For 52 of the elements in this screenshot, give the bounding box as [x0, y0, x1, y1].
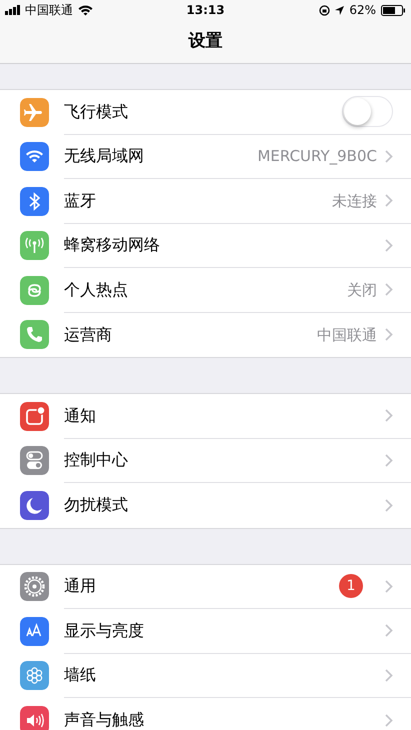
- plane-icon: [20, 98, 49, 127]
- text-size-icon: [20, 616, 49, 646]
- chevron-icon: [385, 328, 393, 342]
- location-arrow-icon: [335, 6, 344, 14]
- antenna-icon: [20, 231, 49, 260]
- setting-value: 中国联通: [317, 324, 377, 346]
- chevron-icon: [385, 238, 393, 252]
- setting-label[interactable]: 控制中心: [64, 448, 128, 472]
- flower-icon: [20, 661, 49, 690]
- rotation-lock-icon: [319, 4, 330, 16]
- chevron-icon: [385, 580, 393, 593]
- notification-icon: [20, 402, 49, 431]
- chevron-icon: [385, 668, 393, 682]
- chevron-icon: [385, 454, 393, 467]
- moon-icon: [20, 490, 49, 520]
- battery-icon: [381, 4, 406, 16]
- setting-label[interactable]: 运营商: [64, 322, 112, 347]
- setting-label[interactable]: 通用: [64, 574, 96, 598]
- chevron-icon: [385, 194, 393, 208]
- setting-label[interactable]: 无线局域网: [64, 144, 144, 168]
- setting-label[interactable]: 墙纸: [64, 663, 96, 688]
- switches-icon: [20, 446, 49, 476]
- toggle-switch[interactable]: [342, 96, 393, 128]
- setting-label[interactable]: 蓝牙: [64, 188, 96, 213]
- setting-label[interactable]: 个人热点: [64, 278, 128, 302]
- chevron-icon: [385, 409, 393, 422]
- chevron-icon: [385, 150, 393, 163]
- wifi-icon: [20, 142, 49, 172]
- phone-icon: [20, 320, 49, 350]
- chevron-icon: [385, 624, 393, 638]
- notification-badge: 1: [339, 574, 363, 598]
- status-time: 13:13: [186, 2, 225, 19]
- nav-title: 设置: [188, 30, 222, 54]
- setting-value: MERCURY_9B0C: [257, 146, 377, 167]
- setting-label[interactable]: 声音与触感: [64, 708, 144, 730]
- gear-icon: [20, 572, 49, 602]
- wifi-icon: [78, 4, 93, 16]
- setting-label[interactable]: 勿扰模式: [64, 493, 128, 518]
- chain-icon: [20, 276, 49, 305]
- chevron-icon: [385, 283, 393, 296]
- signal-icon: [5, 5, 23, 15]
- battery-percentage: 62%: [349, 2, 376, 19]
- setting-value: 关闭: [347, 280, 377, 300]
- setting-label[interactable]: 蜂窝移动网络: [64, 233, 160, 258]
- setting-value: 未连接: [332, 190, 377, 212]
- chevron-icon: [385, 498, 393, 512]
- chevron-icon: [385, 714, 393, 727]
- setting-label[interactable]: 通知: [64, 404, 96, 428]
- setting-label[interactable]: 显示与亮度: [64, 618, 144, 643]
- bluetooth-icon: [20, 186, 49, 216]
- carrier-name: 中国联通: [25, 2, 73, 19]
- setting-label[interactable]: 飞行模式: [64, 100, 128, 124]
